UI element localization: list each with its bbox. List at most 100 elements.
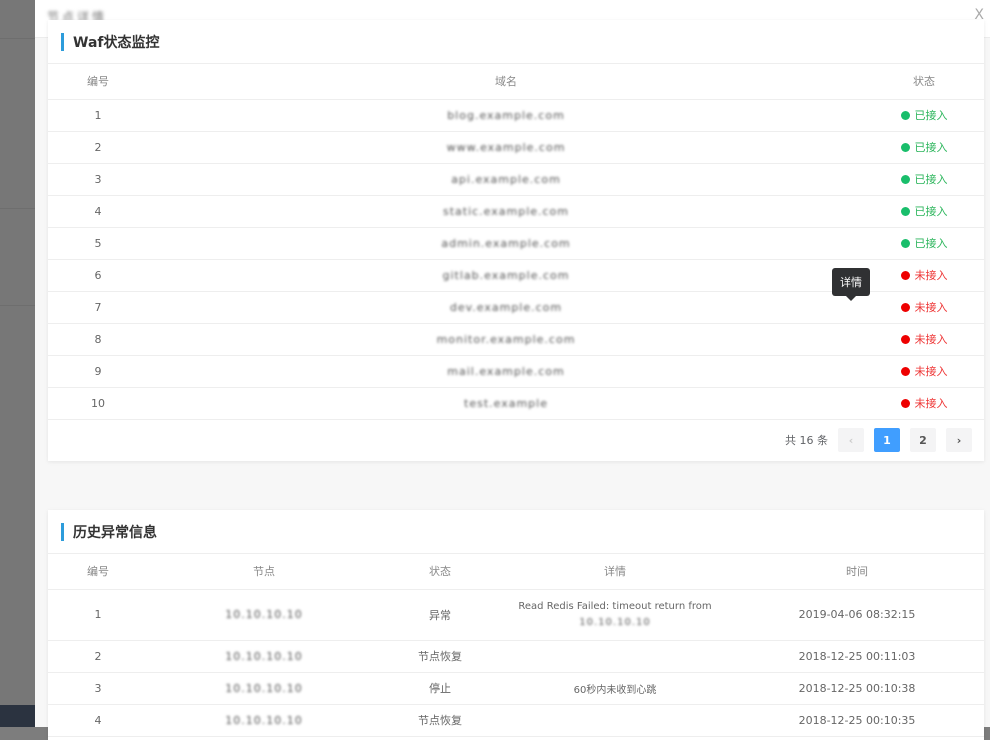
waf-table: 编号 域名 状态 1 blog.example.com 已接入2 www.exa… (48, 64, 984, 420)
row-number: 4 (48, 704, 148, 736)
status-dot-icon (901, 399, 910, 408)
row-number: 2 (48, 131, 148, 163)
table-row[interactable]: 1 blog.example.com 已接入 (48, 99, 984, 131)
status-text: 已接入 (915, 203, 948, 219)
status-dot-icon (901, 111, 910, 120)
pagination: 共 16 条 ‹ 1 2 › (48, 420, 984, 461)
detail-drawer: 节点详情 X Waf状态监控 编号 域名 状态 1 blog.example.c… (35, 0, 990, 727)
row-number: 2 (48, 640, 148, 672)
detail-cell: Read Redis Failed: timeout return from 10… (500, 589, 730, 640)
status-dot-icon (901, 207, 910, 216)
domain-cell: monitor.example.com (148, 323, 864, 355)
row-number: 6 (48, 259, 148, 291)
status-cell: 未接入 (864, 355, 984, 387)
domain-text: www.example.com (447, 141, 566, 154)
col-domain: 域名 (148, 64, 864, 99)
node-ip: 10.10.10.10 (225, 608, 302, 621)
status-text: 未接入 (915, 395, 948, 411)
status-badge: 未接入 (901, 363, 948, 379)
status-badge: 已接入 (901, 171, 948, 187)
detail-ip: 10.10.10.10 (500, 617, 730, 628)
status-text: 未接入 (915, 299, 948, 315)
status-badge: 已接入 (901, 203, 948, 219)
domain-cell: api.example.com (148, 163, 864, 195)
detail-cell (500, 704, 730, 736)
status-badge: 未接入 (901, 331, 948, 347)
page-backdrop[interactable] (0, 0, 35, 727)
node-ip: 10.10.10.10 (225, 682, 302, 695)
status-cell: 已接入 (864, 195, 984, 227)
status-text: 已接入 (915, 139, 948, 155)
status-badge: 未接入 (901, 267, 948, 283)
detail-text: Read Redis Failed: timeout return from (500, 601, 730, 612)
status-dot-icon (901, 239, 910, 248)
table-row[interactable]: 1 10.10.10.10 异常 Read Redis Failed: time… (48, 589, 984, 640)
table-row[interactable]: 5 admin.example.com 已接入 (48, 227, 984, 259)
domain-text: static.example.com (443, 205, 569, 218)
prev-page-button[interactable]: ‹ (838, 428, 864, 452)
status-text: 已接入 (915, 235, 948, 251)
col-time: 时间 (730, 554, 984, 589)
page-1-button[interactable]: 1 (874, 428, 900, 452)
status-badge: 已接入 (901, 107, 948, 123)
card-title: 历史异常信息 (73, 522, 157, 542)
status-dot-icon (901, 143, 910, 152)
status-badge: 未接入 (901, 395, 948, 411)
table-row[interactable]: 4 static.example.com 已接入 (48, 195, 984, 227)
status-dot-icon (901, 175, 910, 184)
domain-text: api.example.com (451, 173, 561, 186)
status-cell: 节点恢复 (380, 704, 500, 736)
status-cell: 已接入 (864, 227, 984, 259)
domain-cell: www.example.com (148, 131, 864, 163)
history-table: 编号 节点 状态 详情 时间 1 10.10.10.10 异常 Read Red… (48, 554, 984, 737)
node-cell: 10.10.10.10 (148, 704, 380, 736)
table-row[interactable]: 3 10.10.10.10 停止 60秒内未收到心跳 2018-12-25 00… (48, 672, 984, 704)
row-number: 9 (48, 355, 148, 387)
status-cell: 异常 (380, 589, 500, 640)
row-number: 7 (48, 291, 148, 323)
table-row[interactable]: 10 test.example 未接入 (48, 387, 984, 419)
row-number: 8 (48, 323, 148, 355)
status-cell: 未接入 (864, 323, 984, 355)
row-number: 4 (48, 195, 148, 227)
col-status: 状态 (864, 64, 984, 99)
status-cell: 已接入 (864, 131, 984, 163)
table-row[interactable]: 3 api.example.com 已接入 (48, 163, 984, 195)
node-ip: 10.10.10.10 (225, 714, 302, 727)
table-row[interactable]: 9 mail.example.com 未接入 (48, 355, 984, 387)
waf-status-card: Waf状态监控 编号 域名 状态 1 blog.example.com 已接入2… (48, 20, 984, 461)
row-number: 1 (48, 589, 148, 640)
status-dot-icon (901, 335, 910, 344)
time-cell: 2018-12-25 00:10:38 (730, 672, 984, 704)
details-tooltip: 详情 (832, 268, 870, 296)
status-cell: 节点恢复 (380, 640, 500, 672)
domain-text: mail.example.com (447, 365, 564, 378)
card-title: Waf状态监控 (73, 32, 159, 52)
col-status: 状态 (380, 554, 500, 589)
table-row[interactable]: 2 10.10.10.10 节点恢复 2018-12-25 00:11:03 (48, 640, 984, 672)
table-row[interactable]: 2 www.example.com 已接入 (48, 131, 984, 163)
page-2-button[interactable]: 2 (910, 428, 936, 452)
col-detail: 详情 (500, 554, 730, 589)
divider (0, 208, 35, 209)
status-text: 未接入 (915, 267, 948, 283)
table-row[interactable]: 8 monitor.example.com 未接入 (48, 323, 984, 355)
domain-text: test.example (464, 397, 548, 410)
next-page-button[interactable]: › (946, 428, 972, 452)
status-cell: 未接入 (864, 387, 984, 419)
row-number: 10 (48, 387, 148, 419)
time-cell: 2018-12-25 00:10:35 (730, 704, 984, 736)
detail-cell (500, 640, 730, 672)
divider (0, 305, 35, 306)
domain-text: blog.example.com (447, 109, 565, 122)
history-card: 历史异常信息 编号 节点 状态 详情 时间 1 10.10.10.10 异常 R… (48, 510, 984, 740)
node-ip: 10.10.10.10 (225, 650, 302, 663)
table-row[interactable]: 4 10.10.10.10 节点恢复 2018-12-25 00:10:35 (48, 704, 984, 736)
row-number: 1 (48, 99, 148, 131)
status-text: 已接入 (915, 107, 948, 123)
detail-text: 60秒内未收到心跳 (500, 681, 730, 696)
domain-cell: test.example (148, 387, 864, 419)
row-number: 3 (48, 163, 148, 195)
status-dot-icon (901, 271, 910, 280)
status-cell: 已接入 (864, 99, 984, 131)
